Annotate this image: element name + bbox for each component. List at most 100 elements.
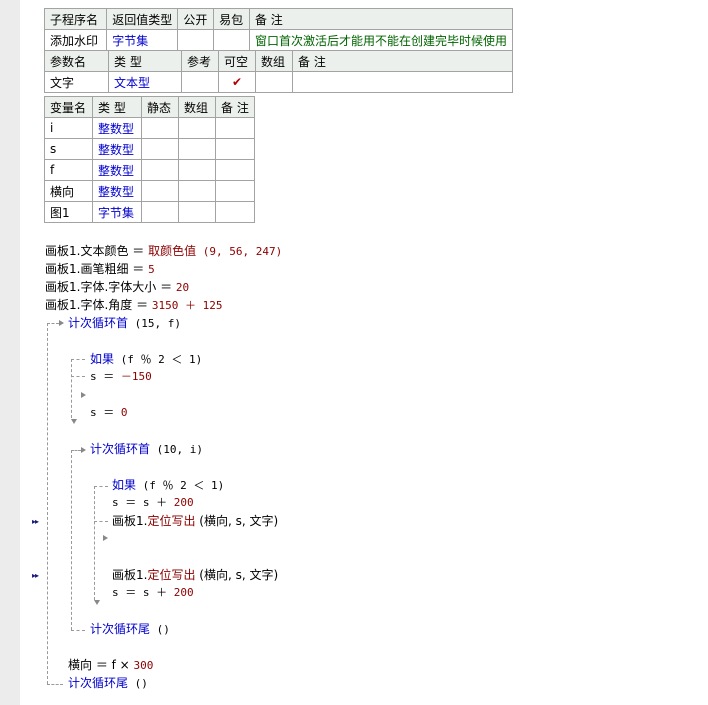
var-static-cell[interactable] <box>141 201 179 223</box>
var-name-cell[interactable]: 横向 <box>44 180 93 202</box>
editor-gutter <box>0 0 20 705</box>
code-line[interactable]: 画板1.字体.字体大小 ＝ 20 <box>45 280 189 295</box>
var-name-cell[interactable]: 图1 <box>44 201 93 223</box>
var-row[interactable]: 横向 整数型 <box>44 180 255 202</box>
if1-else-arrow-icon <box>81 392 86 398</box>
param-header-nullable: 可空 <box>218 50 256 72</box>
var-array-cell[interactable] <box>178 159 216 181</box>
var-header-name: 变量名 <box>44 96 93 118</box>
sub-return-type-cell[interactable]: 字节集 <box>106 29 179 51</box>
var-remark-cell[interactable] <box>215 138 255 160</box>
if1-connector <box>71 359 85 360</box>
code-args: () <box>150 623 170 636</box>
subroutine-table: 子程序名 返回值类型 公开 易包 备 注 添加水印 字节集 窗口首次激活后才能用… <box>43 8 514 51</box>
var-array-cell[interactable] <box>178 117 216 139</box>
code-line[interactable]: 计次循环首 (15, f) <box>68 316 181 331</box>
code-line[interactable]: s ＝ s ＋ 200 <box>112 586 194 600</box>
code-line[interactable]: 如果 (f ％ 2 ＜ 1) <box>90 352 202 367</box>
code-text: 画板1.字体.字体大小 ＝ <box>45 280 176 294</box>
param-ref-cell[interactable] <box>181 71 219 93</box>
var-static-cell[interactable] <box>141 117 179 139</box>
param-array-cell[interactable] <box>255 71 293 93</box>
code-line[interactable]: 计次循环尾 () <box>90 622 170 637</box>
var-array-cell[interactable] <box>178 138 216 160</box>
var-name-cell[interactable]: f <box>44 159 93 181</box>
code-number: －150 <box>120 370 152 383</box>
variable-table: 变量名 类 型 静态 数组 备 注 i 整数型 s 整数型 f 整数型 横向 整… <box>44 96 255 223</box>
header-sub-name: 子程序名 <box>43 8 108 30</box>
code-function: 定位写出 <box>147 568 196 582</box>
code-function: 取颜色值 <box>148 244 197 258</box>
if2-line <box>94 486 95 600</box>
sub-public-cell[interactable] <box>177 29 215 51</box>
code-line[interactable]: 计次循环尾 () <box>68 676 148 691</box>
code-line[interactable]: 横向 ＝ f × 300 <box>68 658 153 673</box>
code-keyword: 计次循环尾 <box>68 676 129 690</box>
code-args: (9, 56, 247) <box>196 245 283 258</box>
var-name-cell[interactable]: i <box>44 117 93 139</box>
code-args: (横向, s, 文字) <box>195 568 279 582</box>
var-type-cell[interactable]: 整数型 <box>92 159 142 181</box>
var-row[interactable]: f 整数型 <box>44 159 255 181</box>
var-type-cell[interactable]: 整数型 <box>92 117 142 139</box>
if1-branch-connector <box>71 376 85 377</box>
code-line[interactable]: 画板1.定位写出 (横向, s, 文字) <box>112 568 278 583</box>
breakpoint-marker-icon[interactable]: ▸▸ <box>32 571 39 580</box>
header-remark: 备 注 <box>248 8 514 30</box>
var-row[interactable]: 图1 字节集 <box>44 201 255 223</box>
code-number: 3150 ＋ 125 <box>151 299 223 312</box>
var-type-cell[interactable]: 字节集 <box>92 201 142 223</box>
param-header-row: 参数名 类 型 参考 可空 数组 备 注 <box>44 50 513 72</box>
var-type-cell[interactable]: 整数型 <box>92 138 142 160</box>
code-text: s ＝ <box>90 370 121 383</box>
var-remark-cell[interactable] <box>215 117 255 139</box>
var-type-cell[interactable]: 整数型 <box>92 180 142 202</box>
param-name-cell[interactable]: 文字 <box>44 71 109 93</box>
param-header-remark: 备 注 <box>292 50 513 72</box>
var-row[interactable]: i 整数型 <box>44 117 255 139</box>
var-array-cell[interactable] <box>178 201 216 223</box>
var-header-array: 数组 <box>178 96 216 118</box>
param-type-cell[interactable]: 文本型 <box>108 71 182 93</box>
var-remark-cell[interactable] <box>215 159 255 181</box>
param-header-array: 数组 <box>255 50 293 72</box>
var-static-cell[interactable] <box>141 138 179 160</box>
code-line[interactable]: s ＝ 0 <box>90 406 128 420</box>
inner-loop-top-connector <box>71 450 81 451</box>
var-array-cell[interactable] <box>178 180 216 202</box>
var-header-row: 变量名 类 型 静态 数组 备 注 <box>44 96 255 118</box>
var-name-cell[interactable]: s <box>44 138 93 160</box>
sub-remark-cell[interactable]: 窗口首次激活后才能用不能在创建完毕时候使用 <box>248 29 514 51</box>
param-nullable-checkmark[interactable]: ✔ <box>218 71 256 93</box>
code-args: (10, i) <box>150 443 203 456</box>
sub-easy-pkg-cell[interactable] <box>213 29 250 51</box>
inner-loop-arrow-icon <box>81 447 86 453</box>
code-line[interactable]: 画板1.定位写出 (横向, s, 文字) <box>112 514 278 529</box>
var-static-cell[interactable] <box>141 159 179 181</box>
code-line[interactable]: s ＝ s ＋ 200 <box>112 496 194 510</box>
sub-name-cell[interactable]: 添加水印 <box>43 29 108 51</box>
var-static-cell[interactable] <box>141 180 179 202</box>
code-args: (横向, s, 文字) <box>195 514 279 528</box>
subroutine-row[interactable]: 添加水印 字节集 窗口首次激活后才能用不能在创建完毕时候使用 <box>43 29 514 51</box>
var-row[interactable]: s 整数型 <box>44 138 255 160</box>
header-public: 公开 <box>177 8 215 30</box>
code-function: 定位写出 <box>147 514 196 528</box>
var-header-remark: 备 注 <box>215 96 255 118</box>
code-text: s ＝ s ＋ <box>112 496 174 509</box>
param-remark-cell[interactable] <box>292 71 513 93</box>
var-remark-cell[interactable] <box>215 201 255 223</box>
code-line[interactable]: s ＝ －150 <box>90 370 152 384</box>
param-row[interactable]: 文字 文本型 ✔ <box>44 71 513 93</box>
var-remark-cell[interactable] <box>215 180 255 202</box>
code-args: () <box>128 677 148 690</box>
breakpoint-marker-icon[interactable]: ▸▸ <box>32 517 39 526</box>
code-text: 画板1. <box>112 514 148 528</box>
code-line[interactable]: 如果 (f ％ 2 ＜ 1) <box>112 478 224 493</box>
code-line[interactable]: 计次循环首 (10, i) <box>90 442 203 457</box>
var-header-type: 类 型 <box>92 96 142 118</box>
code-line[interactable]: 画板1.字体.角度 ＝ 3150 ＋ 125 <box>45 298 223 313</box>
code-line[interactable]: 画板1.文本颜色 ＝ 取颜色值 (9, 56, 247) <box>45 244 282 259</box>
code-keyword: 如果 <box>112 478 137 492</box>
code-line[interactable]: 画板1.画笔粗细 ＝ 5 <box>45 262 155 277</box>
